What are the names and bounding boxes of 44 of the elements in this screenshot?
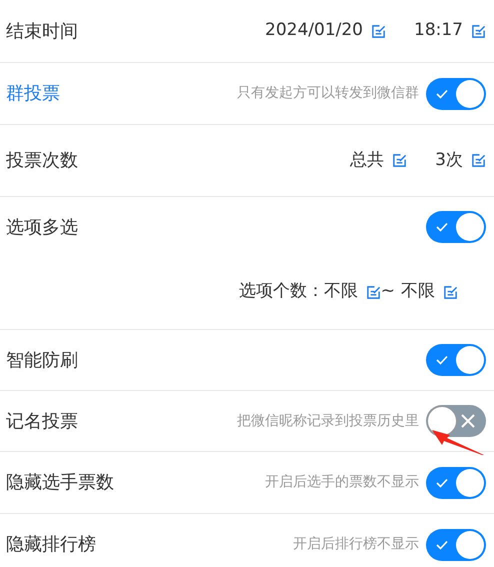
toggle-switch[interactable]	[426, 405, 486, 437]
toggle-knob	[456, 468, 484, 496]
toggle-knob	[456, 80, 484, 108]
toggle-switch[interactable]	[426, 211, 486, 243]
check-icon	[436, 355, 448, 365]
setting-label: 隐藏排行榜	[6, 533, 96, 557]
toggle-switch[interactable]	[426, 344, 486, 376]
check-icon	[436, 88, 448, 98]
toggle-knob	[456, 213, 484, 241]
check-icon	[436, 540, 448, 550]
hint-text: 把微信昵称记录到投票历史里	[237, 412, 419, 430]
edit-icon[interactable]	[366, 284, 381, 300]
setting-label: 记名投票	[6, 410, 78, 434]
field-value: 总共	[350, 148, 384, 172]
field-value: 18:17	[414, 19, 463, 42]
hint-text: 开启后排行榜不显示	[293, 535, 419, 554]
field-value: 不限	[401, 280, 435, 304]
edit-icon[interactable]	[443, 284, 458, 300]
toggle-switch[interactable]	[426, 78, 486, 110]
toggle-knob	[456, 346, 484, 374]
toggle-knob	[427, 406, 457, 436]
setting-label: 结束时间	[6, 20, 78, 44]
edit-icon[interactable]	[392, 153, 408, 168]
setting-label: 选项多选	[6, 216, 78, 240]
close-icon	[461, 414, 475, 428]
range-separator: ~	[380, 280, 395, 304]
hint-text: 开启后选手的票数不显示	[265, 473, 419, 492]
setting-label: 智能防刷	[6, 348, 78, 372]
field-value: 3次	[435, 148, 463, 172]
hint-text: 只有发起方可以转发到微信群	[237, 84, 419, 103]
option-count-label: 选项个数：	[238, 280, 324, 304]
setting-label[interactable]: 群投票	[6, 80, 60, 107]
toggle-switch[interactable]	[426, 528, 486, 560]
toggle-switch[interactable]	[426, 466, 486, 498]
toggle-knob	[456, 530, 484, 558]
check-icon	[436, 222, 448, 232]
edit-icon[interactable]	[371, 24, 386, 38]
setting-label: 投票次数	[6, 149, 78, 173]
field-value: 不限	[324, 280, 358, 304]
edit-icon[interactable]	[471, 24, 486, 38]
field-value: 2024/01/20	[265, 19, 363, 42]
setting-label: 隐藏选手票数	[6, 471, 114, 495]
edit-icon[interactable]	[471, 153, 486, 168]
check-icon	[436, 478, 448, 488]
